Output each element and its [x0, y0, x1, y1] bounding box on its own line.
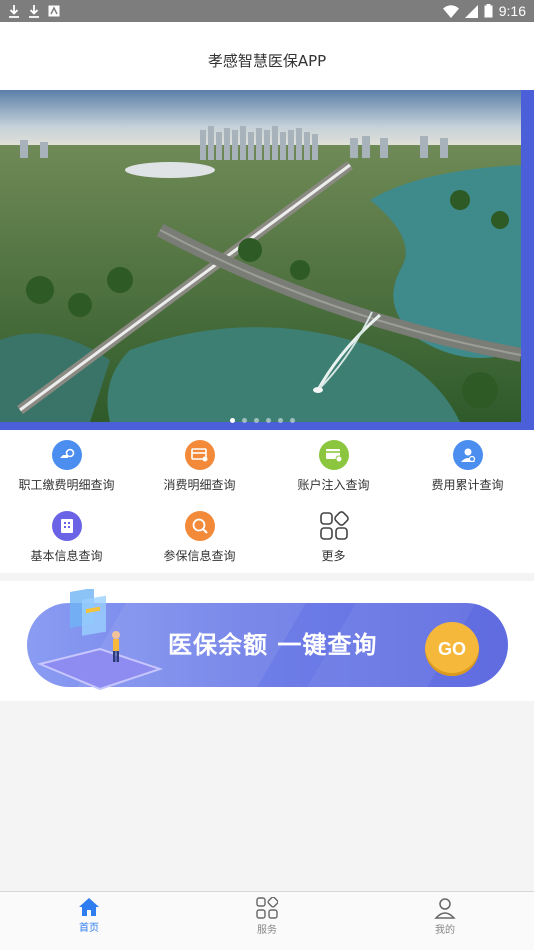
menu-item-more[interactable]: 更多	[267, 511, 400, 564]
wifi-icon	[442, 4, 459, 18]
banner-edge-accent	[521, 90, 534, 430]
menu-item-cost-accumulation[interactable]: 费用累计查询	[401, 440, 534, 493]
carousel-indicator	[230, 418, 295, 423]
status-bar: 9:16	[0, 0, 534, 22]
cost-accumulation-icon	[452, 440, 483, 470]
go-button[interactable]: GO	[425, 622, 479, 676]
menu-item-consumption-detail[interactable]: 消费明细查询	[133, 440, 266, 493]
banner-image	[0, 90, 521, 422]
carousel-dot[interactable]	[254, 418, 259, 423]
payment-detail-icon	[51, 440, 82, 470]
carousel-dot[interactable]	[242, 418, 247, 423]
carousel-dot[interactable]	[266, 418, 271, 423]
menu-item-payment-detail[interactable]: 职工缴费明细查询	[0, 440, 133, 493]
carousel-dot[interactable]	[290, 418, 295, 423]
download-icon	[9, 5, 19, 18]
menu-item-insurance-info[interactable]: 参保信息查询	[133, 511, 266, 564]
notification-app-icon	[48, 5, 60, 17]
menu-item-label: 费用累计查询	[431, 478, 504, 492]
tab-home[interactable]: 首页	[0, 892, 178, 950]
menu-item-account-injection[interactable]: 账户注入查询	[267, 440, 400, 493]
more-grid-icon	[319, 511, 349, 541]
banner-carousel[interactable]	[0, 90, 534, 430]
page-title: 孝感智慧医保APP	[207, 51, 327, 70]
home-icon	[79, 898, 99, 916]
insurance-info-icon	[184, 511, 215, 541]
carousel-dot[interactable]	[278, 418, 283, 423]
battery-icon	[484, 4, 493, 18]
tab-label: 服务	[257, 925, 277, 936]
bottom-tab-bar: 首页 服务 我的	[0, 891, 534, 950]
go-button-label: GO	[437, 638, 466, 659]
app-header: 孝感智慧医保APP	[0, 22, 534, 90]
menu-item-label: 参保信息查询	[163, 549, 236, 563]
menu-item-label: 职工缴费明细查询	[18, 478, 115, 492]
balance-query-banner[interactable]: 医保余额 一键查询 GO	[0, 581, 534, 701]
tab-label: 首页	[79, 923, 99, 934]
menu-item-label: 基本信息查询	[30, 549, 103, 563]
carousel-dot[interactable]	[230, 418, 235, 423]
download-icon	[29, 5, 39, 18]
signal-icon	[464, 4, 478, 18]
tab-mine[interactable]: 我的	[356, 892, 534, 950]
phone-illustration-icon	[36, 589, 164, 691]
tab-label: 我的	[435, 925, 455, 936]
menu-item-label: 更多	[321, 549, 346, 563]
menu-item-label: 账户注入查询	[297, 478, 370, 492]
status-time: 9:16	[498, 3, 526, 19]
menu-item-label: 消费明细查询	[163, 478, 236, 492]
user-icon	[434, 898, 456, 919]
function-menu: 职工缴费明细查询 消费明细查询 账户注入查询 费用累计查询 基本信息查询 参保信…	[0, 430, 534, 573]
banner-bottom-accent	[0, 422, 534, 430]
tab-service[interactable]: 服务	[178, 892, 356, 950]
account-injection-icon	[318, 440, 349, 470]
menu-item-basic-info[interactable]: 基本信息查询	[0, 511, 133, 564]
service-grid-icon	[256, 897, 278, 919]
consumption-detail-icon	[184, 440, 215, 470]
promo-text: 医保余额 一键查询	[168, 631, 378, 659]
basic-info-icon	[51, 511, 82, 541]
